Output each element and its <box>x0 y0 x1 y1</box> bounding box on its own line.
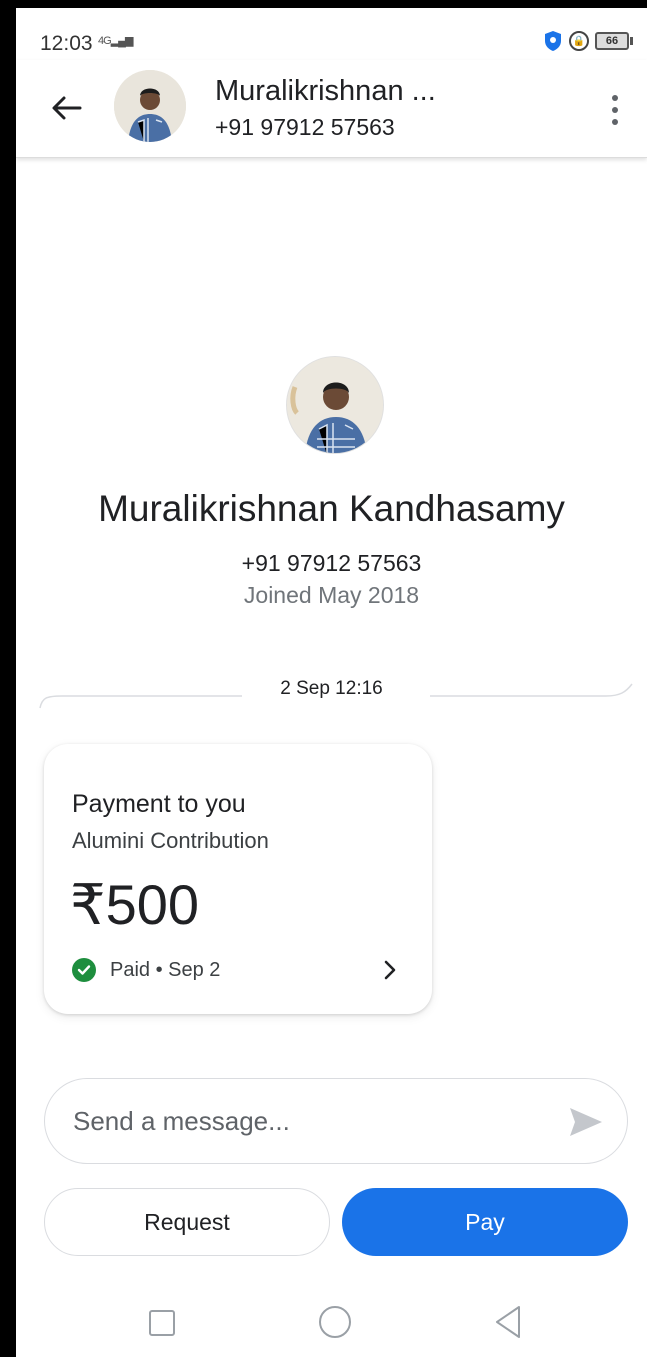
phone-screen: 12:03 4G▂▄▆ 🔒 66 Muralikrishnan ... +91 … <box>16 8 647 1357</box>
request-button[interactable]: Request <box>44 1188 330 1256</box>
message-input[interactable] <box>73 1103 553 1139</box>
check-circle-icon <box>72 958 96 982</box>
payment-status: Paid • Sep 2 <box>72 958 220 982</box>
check-mark <box>77 965 91 975</box>
battery-tip <box>630 37 633 45</box>
status-icons: 🔒 66 <box>543 30 633 52</box>
profile-full-name: Muralikrishnan Kandhasamy <box>98 488 565 529</box>
nav-back-icon[interactable] <box>494 1304 522 1340</box>
home-icon[interactable] <box>319 1306 351 1338</box>
app-bar: Muralikrishnan ... +91 97912 57563 <box>16 60 647 158</box>
back-button[interactable] <box>46 88 86 128</box>
more-options-button[interactable] <box>597 88 633 132</box>
status-time: 12:03 <box>40 32 93 55</box>
payment-note: Alumini Contribution <box>72 828 269 853</box>
signal-icon: 4G▂▄▆ <box>98 35 133 47</box>
more-vert-dot <box>612 107 618 113</box>
profile-phone: +91 97912 57563 <box>241 550 422 576</box>
battery-icon: 66 <box>595 32 629 50</box>
profile-joined-date: Joined May 2018 <box>243 582 420 608</box>
pay-button[interactable]: Pay <box>342 1188 628 1256</box>
recent-apps-icon[interactable] <box>149 1310 175 1336</box>
header-contact-phone: +91 97912 57563 <box>215 114 395 140</box>
date-divider-label: 2 Sep 12:16 <box>280 678 383 699</box>
battery-level: 66 <box>605 35 619 47</box>
header-contact-name: Muralikrishnan ... <box>215 75 436 107</box>
message-composer <box>44 1078 628 1164</box>
arrow-back-icon <box>52 96 82 120</box>
avatar-photo-icon <box>114 70 186 142</box>
payment-card[interactable]: Payment to you Alumini Contribution ₹500… <box>44 744 432 1014</box>
payment-title: Payment to you <box>72 790 246 818</box>
profile-avatar[interactable] <box>286 356 384 454</box>
payment-amount: ₹500 <box>70 873 200 936</box>
send-icon[interactable] <box>567 1103 605 1141</box>
more-vert-icon <box>612 95 618 101</box>
header-avatar[interactable] <box>114 70 186 142</box>
shield-icon <box>545 31 561 51</box>
payment-status-text: Paid • Sep 2 <box>110 958 221 981</box>
more-vert-dot <box>612 119 618 125</box>
chevron-right-icon[interactable] <box>378 958 402 982</box>
avatar-photo-icon <box>287 357 383 453</box>
network-type: 4G <box>98 35 112 47</box>
lock-icon: 🔒 <box>569 31 589 51</box>
